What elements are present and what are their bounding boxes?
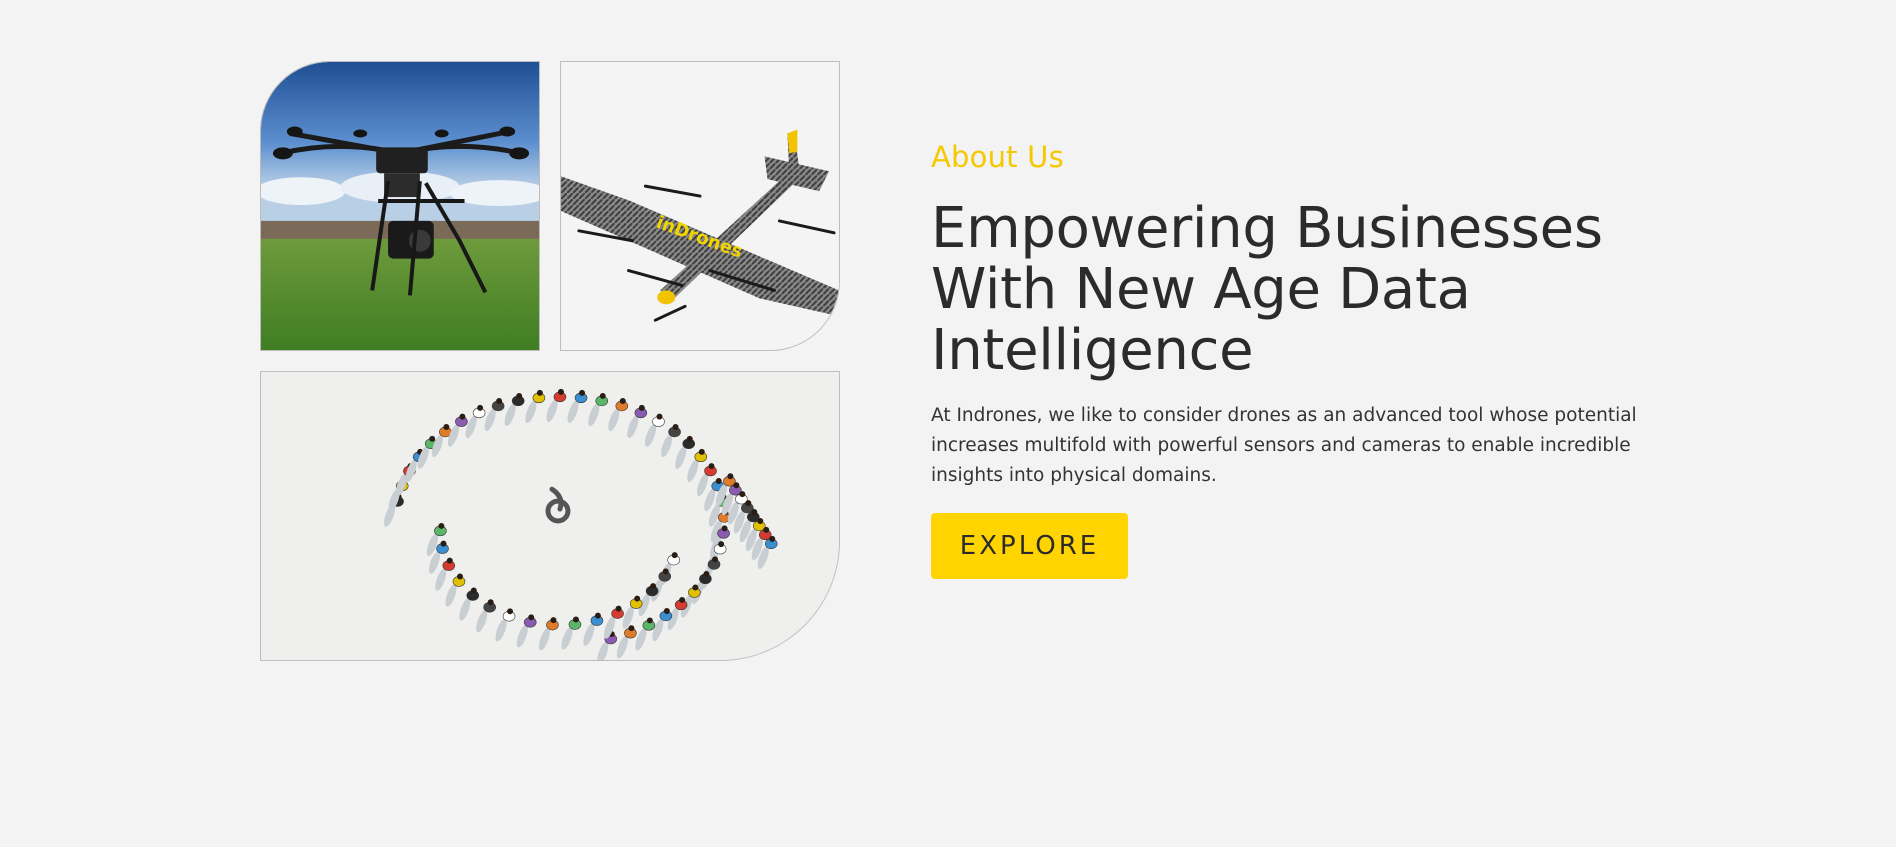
section-description: At Indrones, we like to consider drones … bbox=[931, 405, 1637, 486]
drone-hexacopter-image bbox=[260, 61, 540, 351]
drone-fixed-wing-image: inDrones bbox=[560, 61, 840, 351]
section-heading: Empowering Businesses With New Age Data … bbox=[931, 196, 1603, 383]
about-section: About Us Empowering Businesses With New … bbox=[931, 140, 1651, 579]
section-eyebrow: About Us bbox=[931, 140, 1064, 174]
people-formation-image bbox=[260, 371, 840, 661]
explore-button[interactable]: EXPLORE bbox=[931, 513, 1128, 579]
